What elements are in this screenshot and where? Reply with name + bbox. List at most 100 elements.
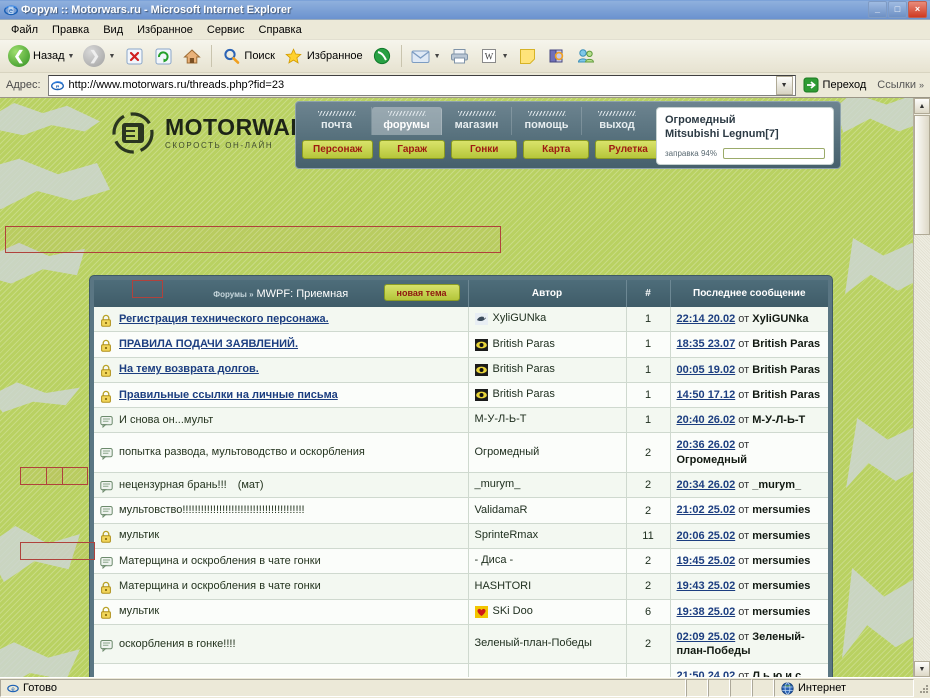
scroll-up-button[interactable]: ▲: [914, 98, 930, 114]
table-row[interactable]: Регистрация технического персонажа. XyliG…: [94, 307, 828, 333]
breadcrumb[interactable]: Форумы »: [213, 290, 253, 299]
table-row[interactable]: попытка развода, мультоводство и оскорбл…: [94, 432, 828, 474]
nav-logout[interactable]: выход: [582, 107, 652, 135]
edit-word-button[interactable]: W ▼: [475, 44, 513, 68]
table-row[interactable]: оскорбления в гонке!!!! Зеленый-план-Побе…: [94, 624, 828, 665]
thread-last-message-cell[interactable]: 18:35 23.07 от British Paras: [670, 331, 828, 358]
thread-last-message-cell[interactable]: 19:43 25.02 от mersumies: [670, 573, 828, 600]
nav-shop[interactable]: магазин: [442, 107, 512, 135]
last-message-author[interactable]: mersumies: [752, 504, 810, 516]
research-button[interactable]: [543, 44, 571, 68]
thread-last-message-cell[interactable]: 14:50 17.12 от British Paras: [670, 382, 828, 409]
last-message-author[interactable]: mersumies: [752, 606, 810, 618]
thread-title-link[interactable]: нецензурная брань!!!: [119, 479, 227, 491]
stop-button[interactable]: [120, 44, 148, 68]
last-message-time[interactable]: 19:38 25.02: [677, 606, 736, 618]
thread-title-link[interactable]: мультик: [119, 529, 159, 541]
last-message-author[interactable]: XyliGUNka: [752, 313, 808, 325]
mail-button[interactable]: ▼: [407, 44, 445, 68]
table-row[interactable]: Матерщина и оскробления в чате гонки - Ди…: [94, 548, 828, 575]
table-row[interactable]: На тему возврата долгов. British Paras 1 00…: [94, 357, 828, 383]
thread-author-cell[interactable]: SprinteRmax: [468, 523, 627, 549]
nav-garage[interactable]: Гараж: [379, 140, 446, 159]
author-name[interactable]: SprinteRmax: [475, 529, 539, 543]
nav-character[interactable]: Персонаж: [302, 140, 374, 159]
thread-author-cell[interactable]: Огромедный: [468, 432, 627, 474]
nav-races[interactable]: Гонки: [451, 140, 518, 159]
nav-help[interactable]: помощь: [512, 107, 582, 135]
table-row[interactable]: Оскарбдение в гонке!Л ь ю и с ХэМиЛьТоН2…: [94, 663, 828, 677]
header-last-message[interactable]: Последнее сообщение: [670, 280, 828, 307]
nav-mail[interactable]: почта: [302, 107, 372, 135]
thread-title-link[interactable]: На тему возврата долгов.: [119, 363, 259, 375]
new-topic-button[interactable]: новая тема: [383, 284, 460, 301]
thread-author-cell[interactable]: ValidamaR: [468, 497, 627, 524]
author-name[interactable]: HASHTORI: [475, 580, 532, 594]
thread-author-cell[interactable]: British Paras: [468, 382, 627, 409]
last-message-author[interactable]: М-У-Л-Ь-Т: [752, 414, 805, 426]
last-message-author[interactable]: mersumies: [752, 555, 810, 567]
thread-title-link[interactable]: Матерщина и оскробления в чате гонки: [119, 580, 321, 592]
thread-title-cell[interactable]: мультик: [94, 599, 469, 625]
thread-title-link[interactable]: Регистрация технического персонажа.: [119, 313, 329, 325]
last-message-time[interactable]: 14:50 17.12: [677, 389, 736, 401]
last-message-time[interactable]: 21:02 25.02: [677, 504, 736, 516]
menu-favorites[interactable]: Избранное: [130, 22, 200, 38]
thread-title-cell[interactable]: И снова он...мульт: [94, 407, 469, 434]
mail-chevron-down-icon[interactable]: ▼: [434, 53, 441, 60]
thread-title-link[interactable]: Матерщина и оскробления в чате гонки: [119, 555, 321, 567]
scroll-down-button[interactable]: ▼: [914, 661, 930, 677]
last-message-time[interactable]: 02:09 25.02: [677, 631, 736, 643]
table-row[interactable]: мультик SKi Doo 6 19:38 25.02 от mersumies: [94, 599, 828, 625]
menu-file[interactable]: Файл: [4, 22, 45, 38]
thread-author-cell[interactable]: SKi Doo: [468, 599, 627, 625]
thread-last-message-cell[interactable]: 21:50 24.02 от Л ь ю и с ХэМиЛьТоН: [670, 663, 828, 677]
last-message-time[interactable]: 19:43 25.02: [677, 580, 736, 592]
thread-title-cell[interactable]: попытка развода, мультоводство и оскорбл…: [94, 432, 469, 474]
resize-grip[interactable]: [916, 681, 930, 695]
thread-last-message-cell[interactable]: 20:40 26.02 от М-У-Л-Ь-Т: [670, 407, 828, 434]
thread-last-message-cell[interactable]: 00:05 19.02 от British Paras: [670, 357, 828, 383]
thread-title-cell[interactable]: Матерщина и оскробления в чате гонки: [94, 548, 469, 575]
thread-author-cell[interactable]: XyliGUNka: [468, 307, 627, 333]
menu-view[interactable]: Вид: [96, 22, 130, 38]
thread-title-link[interactable]: ПРАВИЛА ПОДАЧИ ЗАЯВЛЕНИЙ.: [119, 338, 298, 350]
thread-last-message-cell[interactable]: 20:36 26.02 от Огромедный: [670, 432, 828, 474]
vertical-scrollbar[interactable]: ▲ ▼: [913, 98, 930, 677]
minimize-button[interactable]: _: [868, 1, 887, 18]
nav-map[interactable]: Карта: [523, 140, 590, 159]
thread-author-cell[interactable]: _murym_: [468, 472, 627, 499]
last-message-time[interactable]: 22:14 20.02: [677, 313, 736, 325]
author-name[interactable]: - Диса -: [475, 554, 514, 568]
last-message-author[interactable]: British Paras: [752, 338, 820, 350]
forward-button[interactable]: ❯ ▼: [79, 43, 119, 69]
thread-title-link[interactable]: Правильные ссылки на личные письма: [119, 389, 338, 401]
last-message-author[interactable]: British Paras: [752, 364, 820, 376]
table-row[interactable]: нецензурная брань!!! (мат) _murym_ 2 20:34 2…: [94, 472, 828, 499]
thread-title-cell[interactable]: мультик: [94, 523, 469, 549]
last-message-author[interactable]: mersumies: [752, 580, 810, 592]
header-count[interactable]: #: [626, 280, 671, 307]
last-message-time[interactable]: 18:35 23.07: [677, 338, 736, 350]
media-button[interactable]: [368, 44, 396, 68]
thread-last-message-cell[interactable]: 19:45 25.02 от mersumies: [670, 548, 828, 575]
print-button[interactable]: [446, 44, 474, 68]
last-message-time[interactable]: 20:06 25.02: [677, 530, 736, 542]
last-message-time[interactable]: 20:40 26.02: [677, 414, 736, 426]
header-author[interactable]: Автор: [468, 280, 627, 307]
last-message-time[interactable]: 21:50 24.02: [677, 670, 736, 677]
scrollbar-thumb[interactable]: [914, 115, 930, 235]
thread-title-cell[interactable]: На тему возврата долгов.: [94, 357, 469, 383]
author-name[interactable]: Огромедный: [475, 446, 540, 460]
thread-author-cell[interactable]: British Paras: [468, 357, 627, 383]
author-name[interactable]: British Paras: [493, 363, 555, 377]
thread-author-cell[interactable]: Л ь ю и с ХэМиЛьТоН: [468, 663, 627, 677]
thread-last-message-cell[interactable]: 20:34 26.02 от _murym_: [670, 472, 828, 499]
thread-author-cell[interactable]: М-У-Л-Ь-Т: [468, 407, 627, 434]
last-message-author[interactable]: mersumies: [752, 530, 810, 542]
notes-button[interactable]: [514, 44, 542, 68]
menu-edit[interactable]: Правка: [45, 22, 96, 38]
last-message-time[interactable]: 20:34 26.02: [677, 479, 736, 491]
thread-title-link[interactable]: оскорбления в гонке!!!!: [119, 638, 236, 650]
table-row[interactable]: мультик SprinteRmax 11 20:06 25.02 от mersu…: [94, 523, 828, 549]
